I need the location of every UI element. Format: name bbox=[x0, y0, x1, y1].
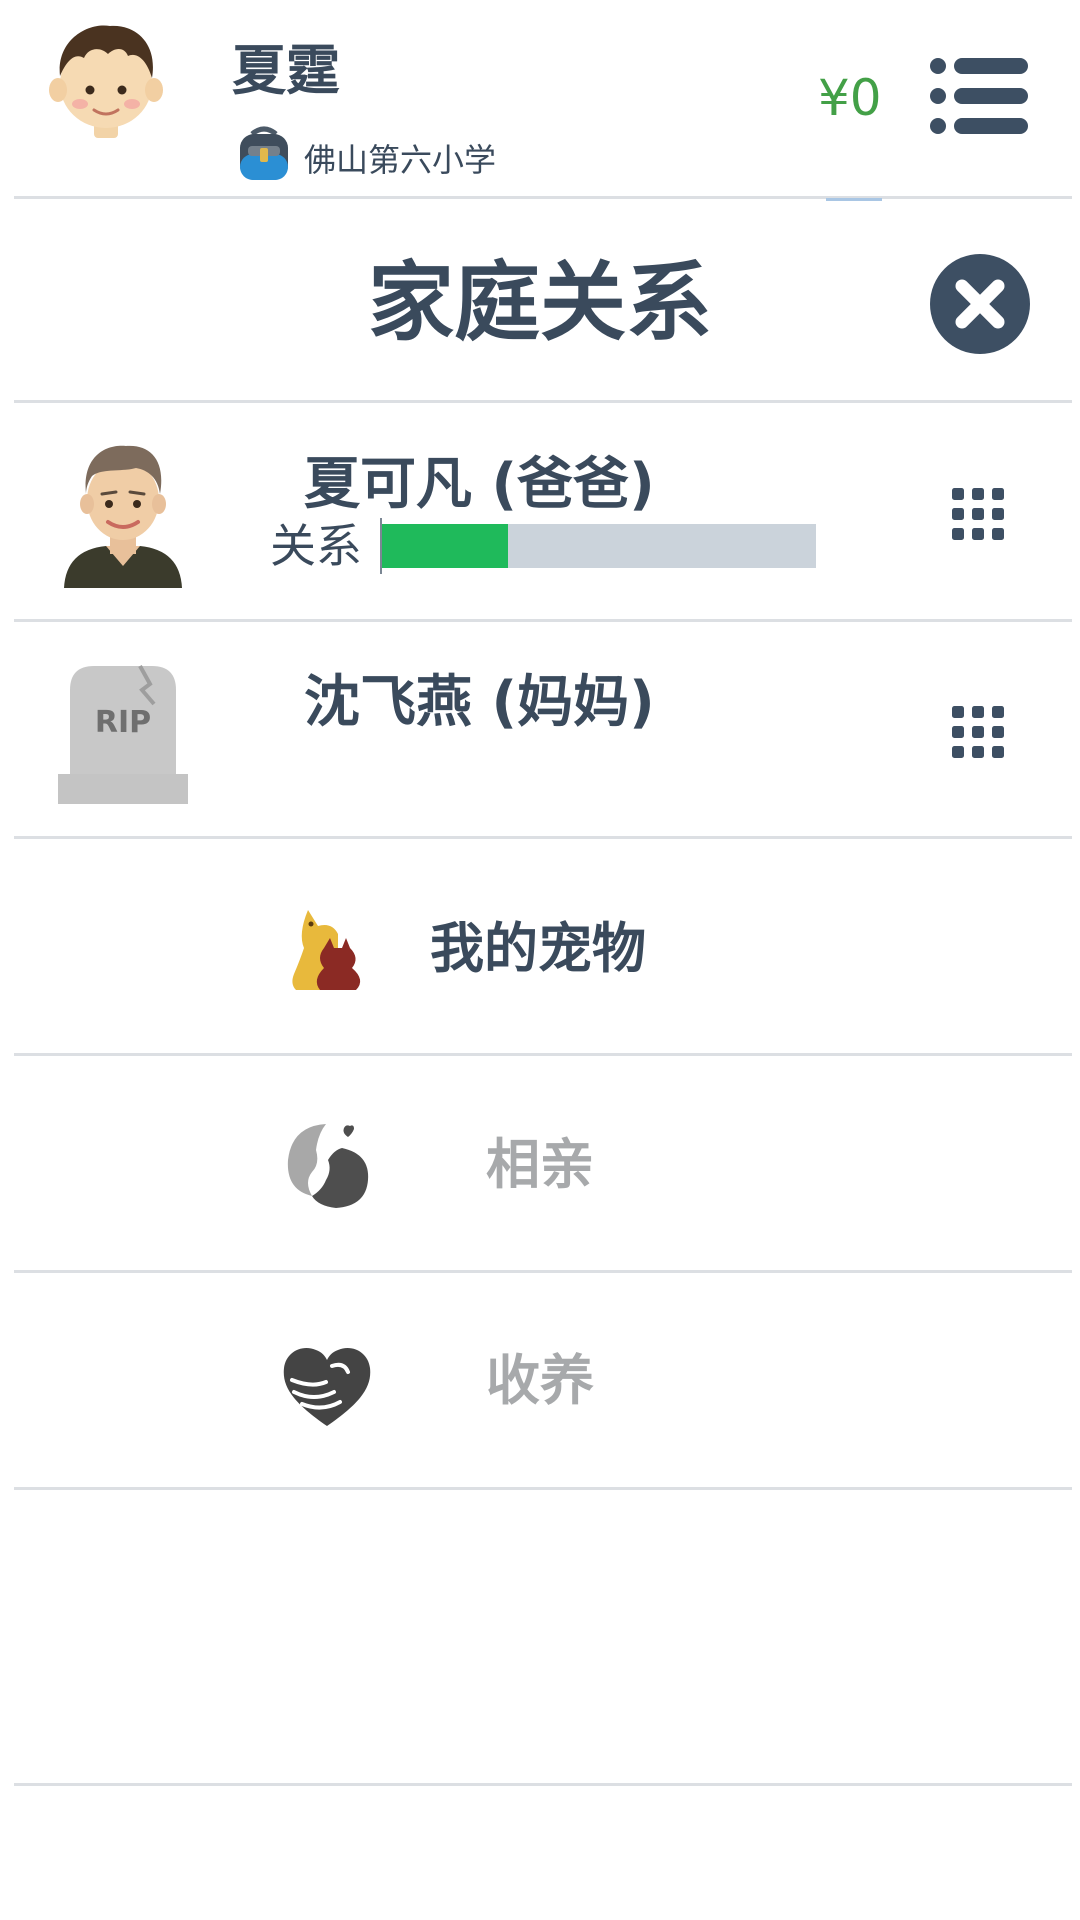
relation-progress-bar bbox=[382, 524, 816, 568]
top-bar: 夏霆 佛山第六小学 ¥0 bbox=[0, 0, 1080, 201]
menu-label: 收养 bbox=[486, 1349, 594, 1412]
player-name: 夏霆 bbox=[232, 39, 340, 102]
family-member-name: 沈飞燕 (妈妈) bbox=[304, 670, 655, 735]
close-icon[interactable] bbox=[928, 252, 1032, 356]
page-title: 家庭关系 bbox=[368, 253, 712, 353]
relation-bar-start bbox=[380, 518, 382, 574]
schoolbag-icon bbox=[240, 126, 288, 180]
boy-avatar-icon[interactable] bbox=[48, 18, 164, 142]
header-divider bbox=[14, 196, 1072, 199]
grid-menu-icon[interactable] bbox=[952, 706, 1004, 758]
tab-indicator bbox=[826, 198, 882, 201]
family-member-name: 夏可凡 (爸爸) bbox=[304, 452, 655, 517]
menu-label: 相亲 bbox=[486, 1133, 594, 1196]
list-menu-icon[interactable] bbox=[928, 56, 1028, 136]
rip-tombstone-icon: RIP bbox=[58, 665, 188, 804]
svg-text:RIP: RIP bbox=[95, 705, 151, 740]
divider bbox=[14, 1487, 1072, 1490]
relation-progress-fill bbox=[382, 524, 508, 568]
adoption-heart-icon bbox=[283, 1348, 371, 1426]
menu-label: 我的宠物 bbox=[430, 917, 646, 980]
money-balance: ¥0 bbox=[818, 69, 882, 127]
footer-divider bbox=[14, 1783, 1072, 1786]
grid-menu-icon[interactable] bbox=[952, 488, 1004, 540]
relation-label: 关系 bbox=[270, 519, 362, 573]
dating-icon bbox=[287, 1124, 369, 1208]
school-name: 佛山第六小学 bbox=[304, 141, 497, 179]
father-avatar-icon bbox=[64, 445, 182, 588]
pet-icon bbox=[292, 910, 361, 990]
